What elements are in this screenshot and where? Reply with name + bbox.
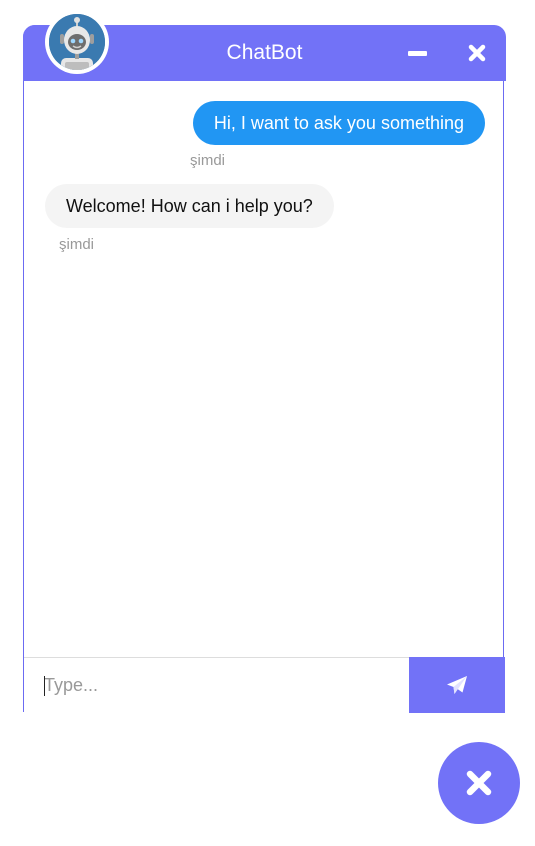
- user-message-time: şimdi: [190, 152, 226, 169]
- minus-icon: [407, 50, 427, 56]
- send-button[interactable]: [409, 657, 505, 713]
- text-caret: [44, 676, 45, 696]
- user-message: Hi, I want to ask you something: [192, 101, 485, 145]
- composer: [24, 657, 505, 713]
- chat-launcher-button[interactable]: [438, 742, 520, 824]
- bot-message-time: şimdi: [59, 236, 95, 253]
- close-icon: [466, 770, 492, 796]
- close-button[interactable]: [463, 39, 491, 67]
- paper-plane-icon: [447, 676, 467, 694]
- message-input[interactable]: [24, 658, 409, 712]
- close-icon: [468, 44, 486, 62]
- chat-header: ChatBot: [23, 10, 506, 81]
- bot-message: Welcome! How can i help you?: [45, 184, 334, 228]
- chat-title: ChatBot: [226, 41, 303, 64]
- chat-window: ChatBot Hi, I want to ask you something …: [23, 10, 506, 713]
- minimize-button[interactable]: [403, 39, 431, 67]
- message-list: Hi, I want to ask you something şimdi We…: [24, 81, 503, 657]
